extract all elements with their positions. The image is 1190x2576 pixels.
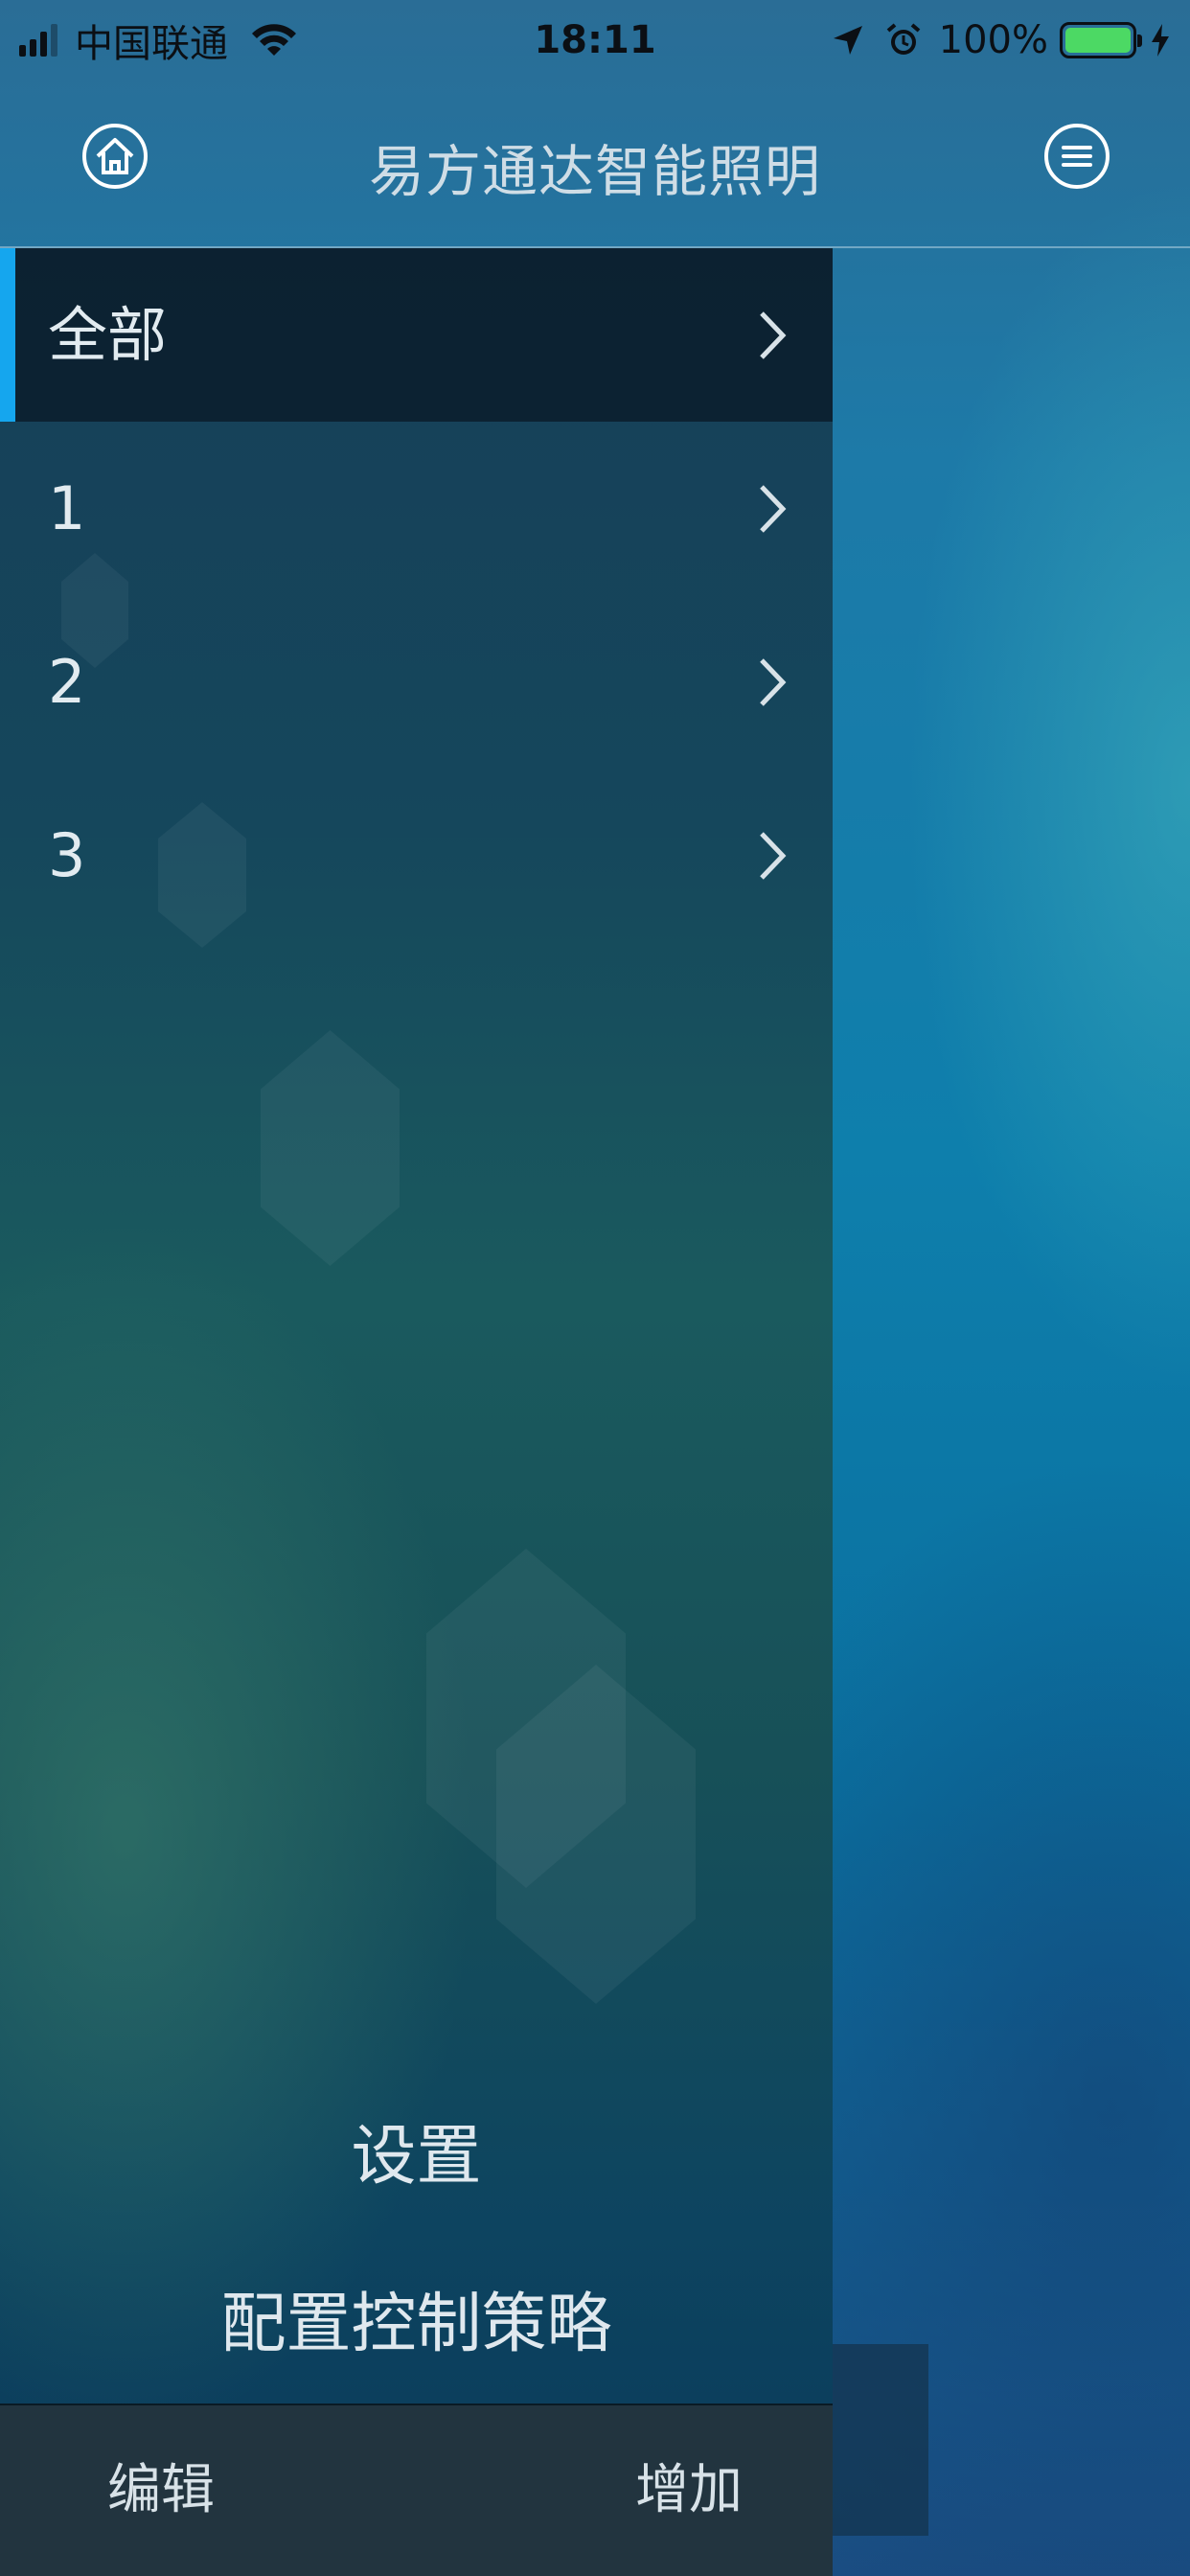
bottom-toolbar: 编辑 增加 [0,2404,833,2576]
status-bar: 中国联通 18:11 100% [0,0,1190,80]
chevron-right-icon [760,832,787,880]
drawer-item-all[interactable]: 全部 [0,248,833,422]
chevron-right-icon [760,658,787,706]
charging-bolt-icon [1152,24,1169,57]
alarm-icon [886,23,920,55]
page-title: 易方通达智能照明 [368,139,821,204]
location-arrow-icon [833,26,862,55]
side-drawer: 全部 1 2 3 设置 配置控制策略 编辑 增加 [0,248,833,2576]
decor-hexagon [261,1030,400,1266]
settings-button[interactable]: 设置 [0,2103,833,2197]
add-button[interactable]: 增加 [635,2405,743,2576]
edit-button[interactable]: 编辑 [107,2405,215,2576]
drawer-item-label: 1 [48,473,86,543]
drawer-item-label: 3 [48,820,86,890]
drawer-item-label: 2 [48,647,86,717]
drawer-item-2[interactable]: 2 [0,595,833,769]
drawer-item-1[interactable]: 1 [0,422,833,595]
status-right: 100% [832,13,1171,67]
active-indicator [0,248,15,422]
chevron-right-icon [760,485,787,533]
drawer-item-label: 全部 [48,300,168,370]
menu-icon[interactable] [1043,123,1110,190]
battery-percent: 100% [938,18,1048,62]
app-screen: 中国联通 18:11 100% 易方通达智能照明 全部 1 2 3 设置 配置控… [0,0,1190,2576]
drawer-item-3[interactable]: 3 [0,769,833,942]
battery-icon [1060,22,1142,58]
nav-bar: 易方通达智能照明 [0,80,1190,248]
configure-strategy-button[interactable]: 配置控制策略 [0,2270,833,2365]
chevron-right-icon [760,311,787,359]
content-card [833,2344,928,2536]
